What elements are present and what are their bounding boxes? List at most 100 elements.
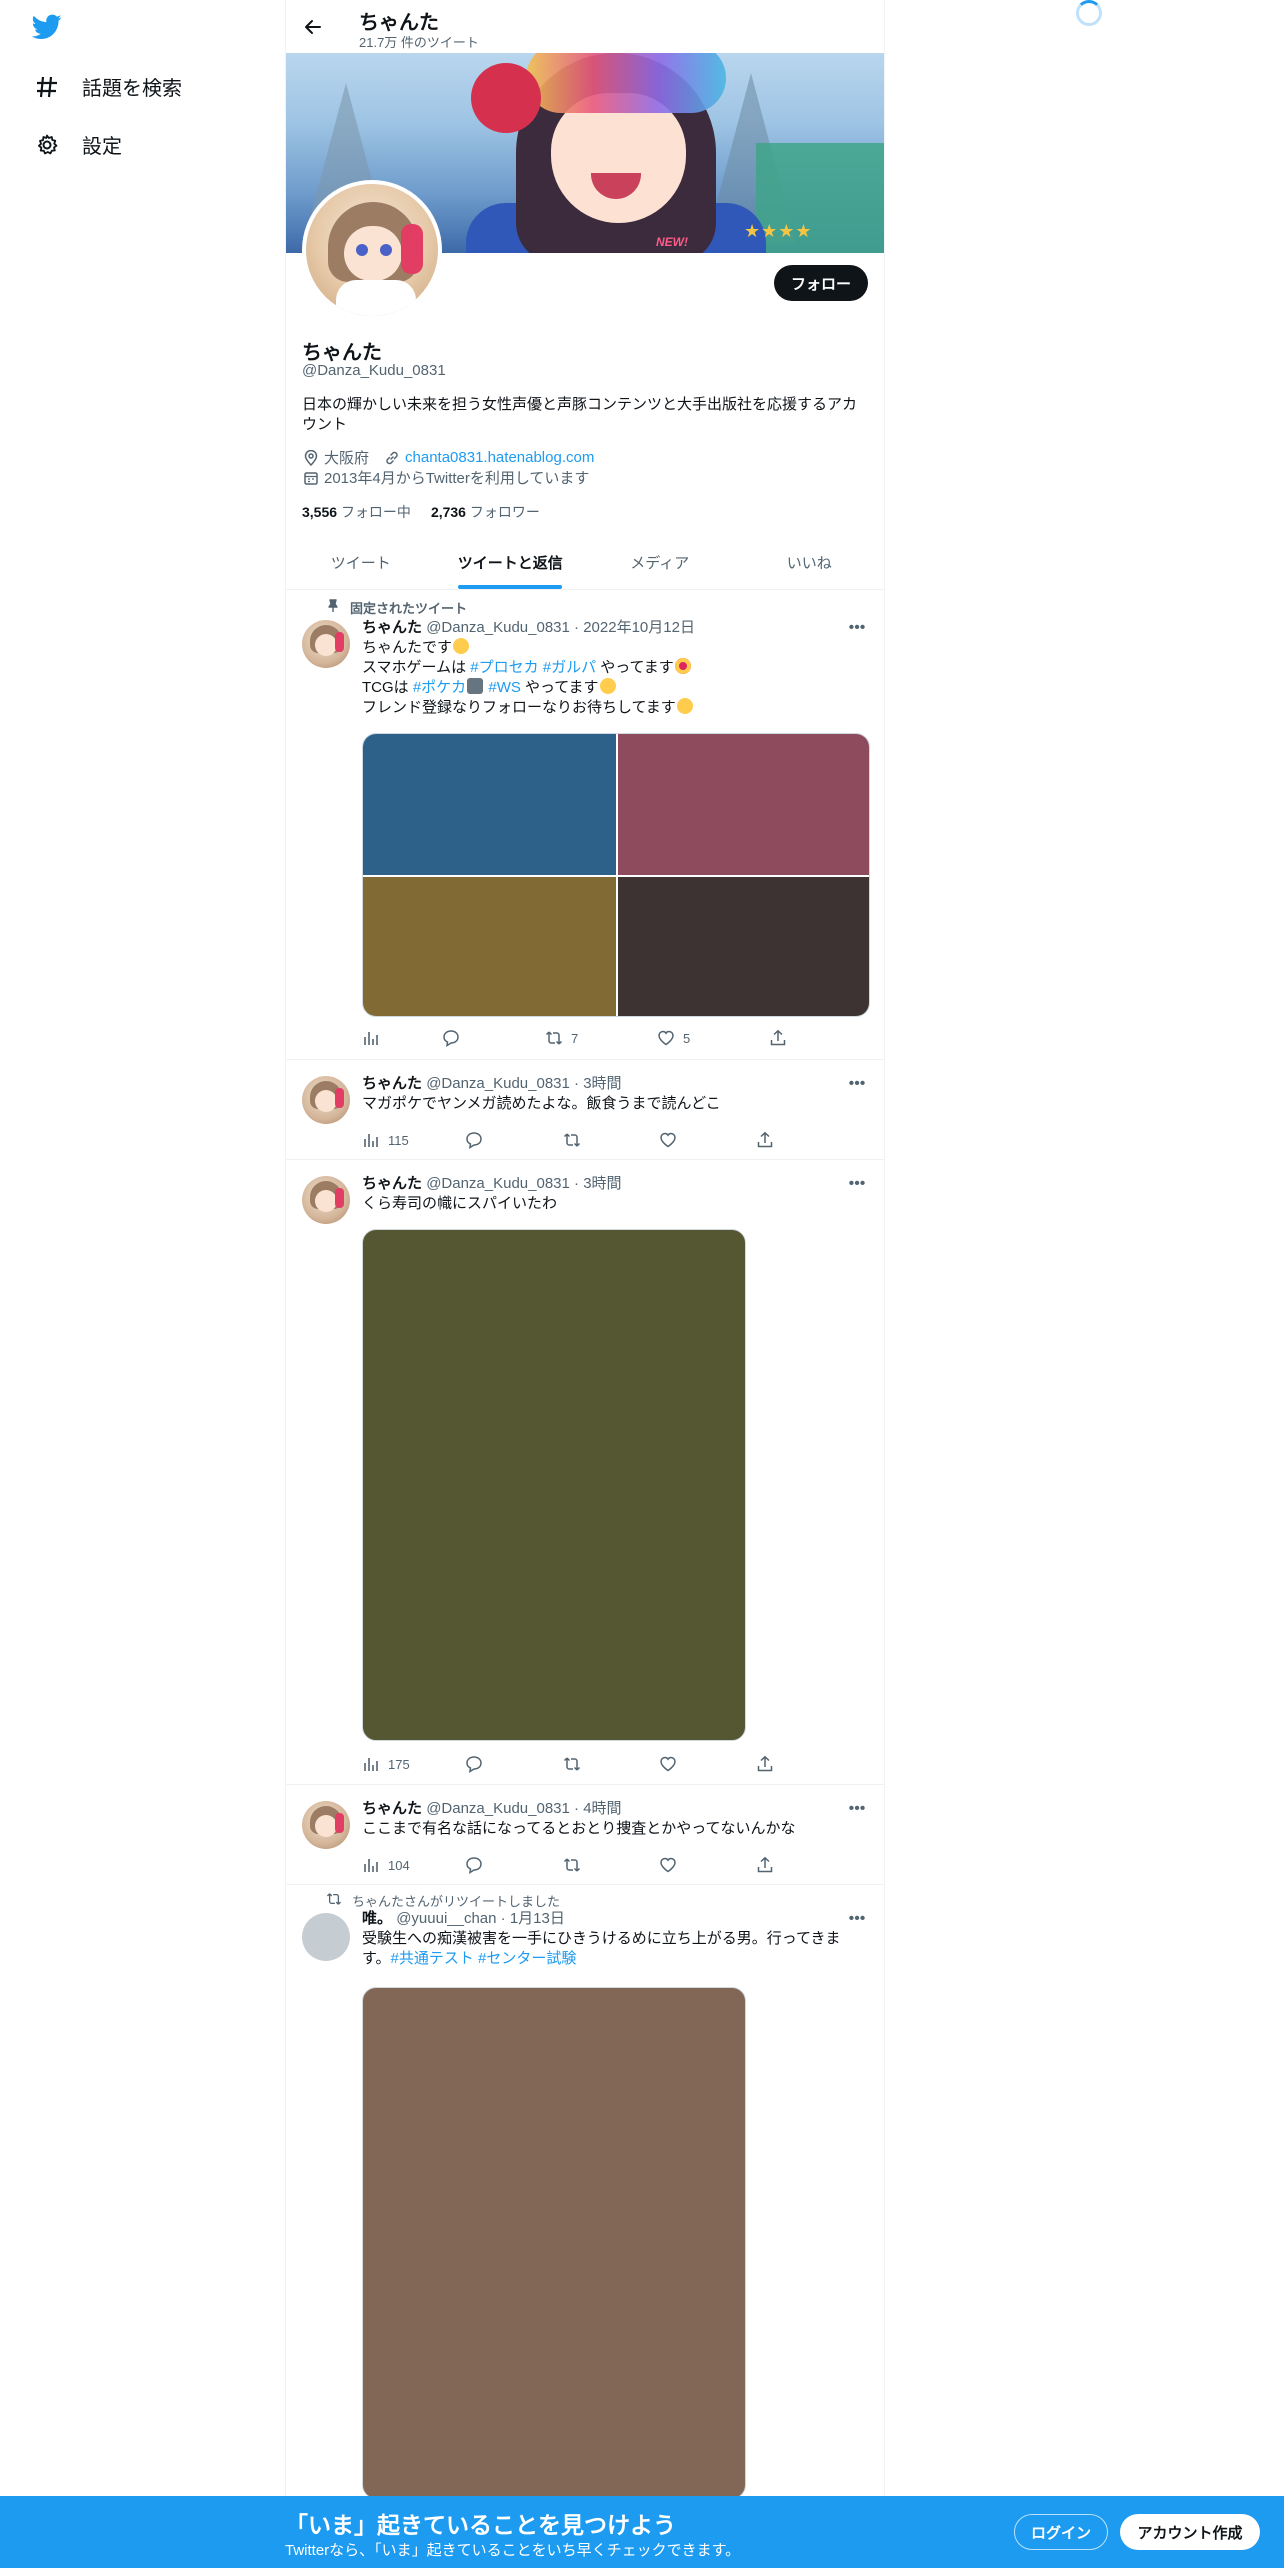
reply-button[interactable] xyxy=(442,1028,545,1048)
reply-button[interactable] xyxy=(465,1855,563,1875)
tweet-author-handle[interactable]: @Danza_Kudu_0831 xyxy=(426,1800,570,1817)
tab-likes[interactable]: いいね xyxy=(735,535,885,589)
reply-button[interactable] xyxy=(465,1130,563,1150)
follow-stats: 3,556 フォロー中 2,736 フォロワー xyxy=(302,502,540,522)
share-button[interactable] xyxy=(756,1754,774,1774)
profile-location: 大阪府 xyxy=(324,450,370,467)
back-arrow-icon[interactable] xyxy=(300,14,326,40)
tweet-author-name[interactable]: ちゃんた xyxy=(362,619,422,636)
like-button[interactable] xyxy=(659,1130,756,1150)
tweet-author-handle[interactable]: @Danza_Kudu_0831 xyxy=(426,1175,570,1192)
tweet-actions: 175 xyxy=(362,1754,862,1774)
tweet-body: 唯。 @yuuui__chan · 1月13日 受験生への痴漢被害を一手にひきう… xyxy=(362,1909,872,1969)
tweet-body: ちゃんた @Danza_Kudu_0831 · 2022年10月12日 ちゃんた… xyxy=(362,618,872,718)
tweet[interactable]: ちゃんたさんがリツイートしました ••• 唯。 @yuuui__chan · 1… xyxy=(286,1885,884,2499)
tweet-text: くら寿司の幟にスパイいたわ xyxy=(362,1195,558,1212)
views-button[interactable]: 104 xyxy=(362,1855,465,1875)
avatar[interactable] xyxy=(302,1801,350,1849)
heart-icon xyxy=(660,1132,676,1148)
tweet-image[interactable] xyxy=(363,734,616,875)
tweet[interactable]: ••• ちゃんた @Danza_Kudu_0831 · 4時間 ここまで有名な話… xyxy=(286,1785,884,1885)
analytics-icon xyxy=(364,1859,378,1872)
profile-url-link[interactable]: chanta0831.hatenablog.com xyxy=(405,449,594,466)
following-stat[interactable]: 3,556 フォロー中 xyxy=(302,502,411,522)
heart-eyes-emoji-icon xyxy=(674,658,691,674)
like-button[interactable] xyxy=(659,1855,756,1875)
nav-item-explore[interactable]: 話題を検索 xyxy=(34,72,182,101)
tab-media[interactable]: メディア xyxy=(585,535,735,589)
tweet-author-handle[interactable]: @Danza_Kudu_0831 xyxy=(426,619,570,636)
retweet-button[interactable] xyxy=(563,1855,659,1875)
tweet-author-handle[interactable]: @yuuui__chan xyxy=(396,1910,496,1927)
tweet-image[interactable] xyxy=(363,877,616,1016)
tweet-image[interactable] xyxy=(618,734,869,875)
heart-icon xyxy=(660,1857,676,1873)
tweet-author-name[interactable]: ちゃんた xyxy=(362,1800,422,1817)
main-column: ちゃんた 21.7万 件のツイート ★★★★ NEW! フォロー ちゃんた @D… xyxy=(285,0,885,2568)
profile-tabs: ツイート ツイートと返信 メディア いいね xyxy=(286,535,884,590)
tweet-author-name[interactable]: 唯。 xyxy=(362,1910,392,1927)
banner-new-badge: NEW! xyxy=(656,235,688,249)
tweet-time[interactable]: 1月13日 xyxy=(510,1910,565,1927)
hashtag-link[interactable]: #共通テスト xyxy=(391,1950,474,1967)
share-button[interactable] xyxy=(756,1130,774,1150)
tweet[interactable]: 固定されたツイート ••• ちゃんた @Danza_Kudu_0831 · 20… xyxy=(286,590,884,1060)
views-button[interactable]: 115 xyxy=(362,1130,465,1150)
avatar[interactable] xyxy=(302,1176,350,1224)
views-count: 115 xyxy=(388,1132,409,1148)
tweet-text: ここまで有名な話になってるとおとり捜査とかやってないんかな xyxy=(362,1820,796,1837)
login-button[interactable]: ログイン xyxy=(1014,2514,1108,2550)
retweet-button[interactable] xyxy=(563,1754,659,1774)
tweet-author-name[interactable]: ちゃんた xyxy=(362,1075,422,1092)
follow-button[interactable]: フォロー xyxy=(774,265,868,301)
tab-tweets[interactable]: ツイート xyxy=(286,535,436,589)
hashtag-link[interactable]: #センター試験 xyxy=(478,1950,576,1967)
retweet-button[interactable] xyxy=(563,1130,659,1150)
reply-button[interactable] xyxy=(465,1754,563,1774)
tweet-time[interactable]: 4時間 xyxy=(583,1800,621,1817)
retweet-icon xyxy=(563,1133,581,1147)
pinned-context: 固定されたツイート xyxy=(326,598,467,617)
avatar[interactable] xyxy=(302,1076,350,1124)
nav-item-settings[interactable]: 設定 xyxy=(34,130,122,159)
twitter-bird-icon[interactable] xyxy=(31,14,62,40)
share-button[interactable] xyxy=(756,1855,774,1875)
share-button[interactable] xyxy=(769,1028,787,1048)
profile-meta-row: 大阪府 chanta0831.hatenablog.com xyxy=(302,447,594,468)
like-count: 5 xyxy=(683,1030,691,1046)
tab-tweets-and-replies[interactable]: ツイートと返信 xyxy=(436,535,586,589)
retweet-context: ちゃんたさんがリツイートしました xyxy=(326,1891,560,1910)
followers-stat[interactable]: 2,736 フォロワー xyxy=(431,502,540,522)
tweet[interactable]: ••• ちゃんた @Danza_Kudu_0831 · 3時間 くら寿司の幟にス… xyxy=(286,1160,884,1785)
reply-icon xyxy=(443,1030,459,1047)
tweet-actions: 104 xyxy=(362,1855,862,1875)
views-button[interactable] xyxy=(362,1028,442,1048)
views-button[interactable]: 175 xyxy=(362,1754,465,1774)
hashtag-icon xyxy=(34,74,60,100)
reply-icon xyxy=(466,1132,482,1149)
tweet-author-name[interactable]: ちゃんた xyxy=(362,1175,422,1192)
tweet-author-handle[interactable]: @Danza_Kudu_0831 xyxy=(426,1075,570,1092)
profile-avatar[interactable] xyxy=(302,180,442,320)
tweet[interactable]: ••• ちゃんた @Danza_Kudu_0831 · 3時間 マガポケでヤンメ… xyxy=(286,1060,884,1160)
like-button[interactable] xyxy=(659,1754,756,1774)
hashtag-link[interactable]: #ポケカ xyxy=(413,679,466,696)
tweet-time[interactable]: 2022年10月12日 xyxy=(583,619,695,636)
like-button[interactable]: 5 xyxy=(657,1028,769,1048)
signup-button[interactable]: アカウント作成 xyxy=(1120,2514,1260,2550)
signup-banner-title: 「いま」起きていることを見つけよう xyxy=(285,2512,676,2538)
hashtag-link[interactable]: #ガルパ xyxy=(543,659,596,676)
avatar[interactable] xyxy=(302,620,350,668)
tweet-image[interactable] xyxy=(618,877,869,1016)
analytics-icon xyxy=(364,1758,378,1771)
tweet-time[interactable]: 3時間 xyxy=(583,1175,621,1192)
tweet-time[interactable]: 3時間 xyxy=(583,1075,621,1092)
tweet-media[interactable] xyxy=(362,1987,746,2499)
retweet-button[interactable]: 7 xyxy=(545,1028,657,1048)
hashtag-link[interactable]: #プロセカ xyxy=(470,659,538,676)
location-pin-icon xyxy=(302,449,320,467)
avatar[interactable] xyxy=(302,1913,350,1961)
hashtag-link[interactable]: #WS xyxy=(488,679,521,696)
tweet-media[interactable] xyxy=(362,1229,746,1741)
tweet-header: ちゃんた @Danza_Kudu_0831 · 3時間 xyxy=(362,1175,622,1192)
